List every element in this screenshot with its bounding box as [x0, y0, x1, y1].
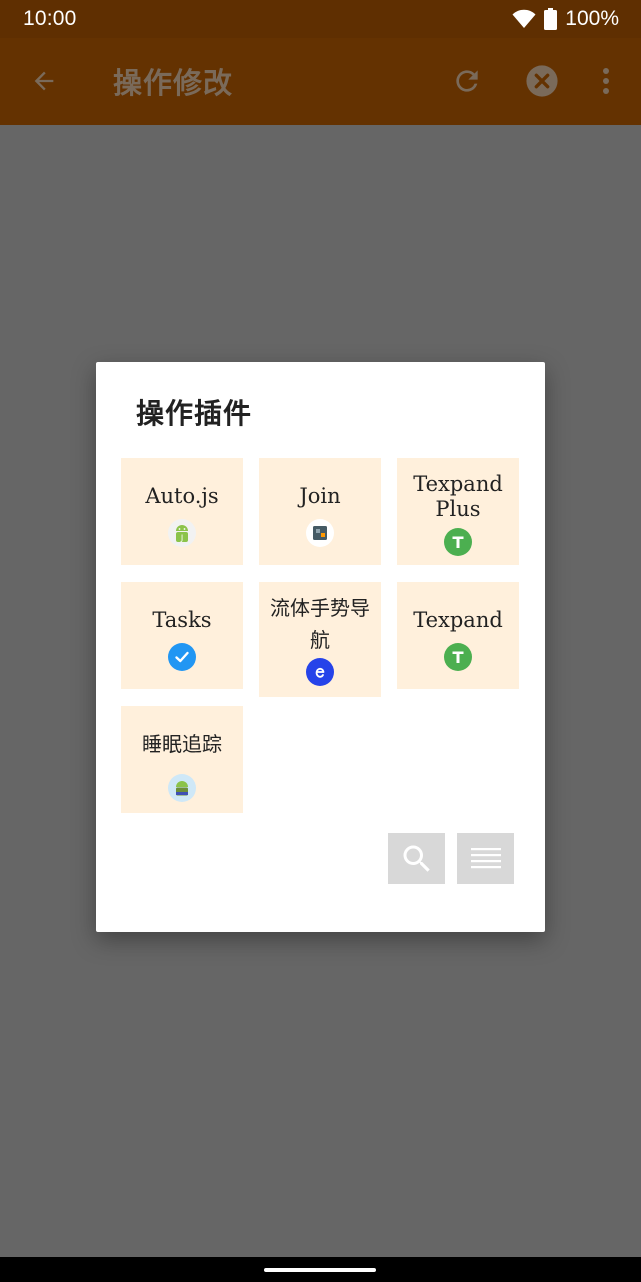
plugin-dialog: 操作插件 Auto.js J Join Texpand Plus Tasks 流… [96, 362, 545, 932]
status-time: 10:00 [23, 7, 77, 30]
back-button[interactable] [27, 64, 61, 98]
plugin-tile-texpand-plus[interactable]: Texpand Plus [397, 458, 519, 565]
plugin-label: Auto.js [145, 484, 219, 508]
undo-button[interactable] [448, 62, 486, 100]
autojs-icon: J [168, 519, 196, 547]
battery-percent: 100% [565, 7, 619, 30]
plugin-tile-sleep-tracking[interactable]: 睡眠追踪 [121, 706, 243, 813]
more-vert-icon [603, 68, 609, 94]
plugin-tile-fluid-navigation[interactable]: 流体手势导航 [259, 582, 381, 697]
fluid-gesture-icon [306, 658, 334, 686]
plugin-label: Texpand [413, 608, 503, 632]
status-bar: 10:00 100% [0, 0, 641, 38]
search-icon [403, 845, 430, 872]
more-options-button[interactable] [594, 62, 618, 100]
page-title: 操作修改 [113, 66, 234, 100]
tasks-check-icon [168, 643, 196, 671]
list-icon [470, 847, 501, 868]
plugin-label: Tasks [152, 608, 212, 632]
undo-icon [456, 70, 478, 92]
battery-icon [544, 8, 558, 30]
status-icons: 100% [512, 7, 619, 31]
clear-icon [526, 65, 558, 97]
svg-text:J: J [180, 534, 183, 543]
gesture-handle[interactable] [264, 1268, 376, 1272]
wifi-icon [512, 9, 536, 28]
list-button[interactable] [457, 833, 514, 884]
plugin-label: 流体手势导航 [270, 596, 370, 652]
plugin-tile-join[interactable]: Join [259, 458, 381, 565]
dialog-title: 操作插件 [136, 397, 253, 430]
search-button[interactable] [388, 833, 445, 884]
plugin-tile-texpand[interactable]: Texpand [397, 582, 519, 689]
navigation-bar [0, 1257, 641, 1282]
texpand-icon [444, 643, 472, 671]
plugin-label: Join [299, 484, 341, 508]
texpand-plus-icon [444, 528, 472, 556]
plugin-tile-autojs[interactable]: Auto.js J [121, 458, 243, 565]
plugin-tile-tasks[interactable]: Tasks [121, 582, 243, 689]
arrow-back-icon [34, 71, 54, 91]
sleep-tracking-icon [168, 774, 196, 802]
app-bar: 操作修改 [0, 38, 641, 125]
join-icon [306, 519, 334, 547]
plugin-label: Texpand Plus [413, 472, 503, 521]
plugin-label: 睡眠追踪 [142, 732, 222, 756]
clear-button[interactable] [523, 62, 561, 100]
